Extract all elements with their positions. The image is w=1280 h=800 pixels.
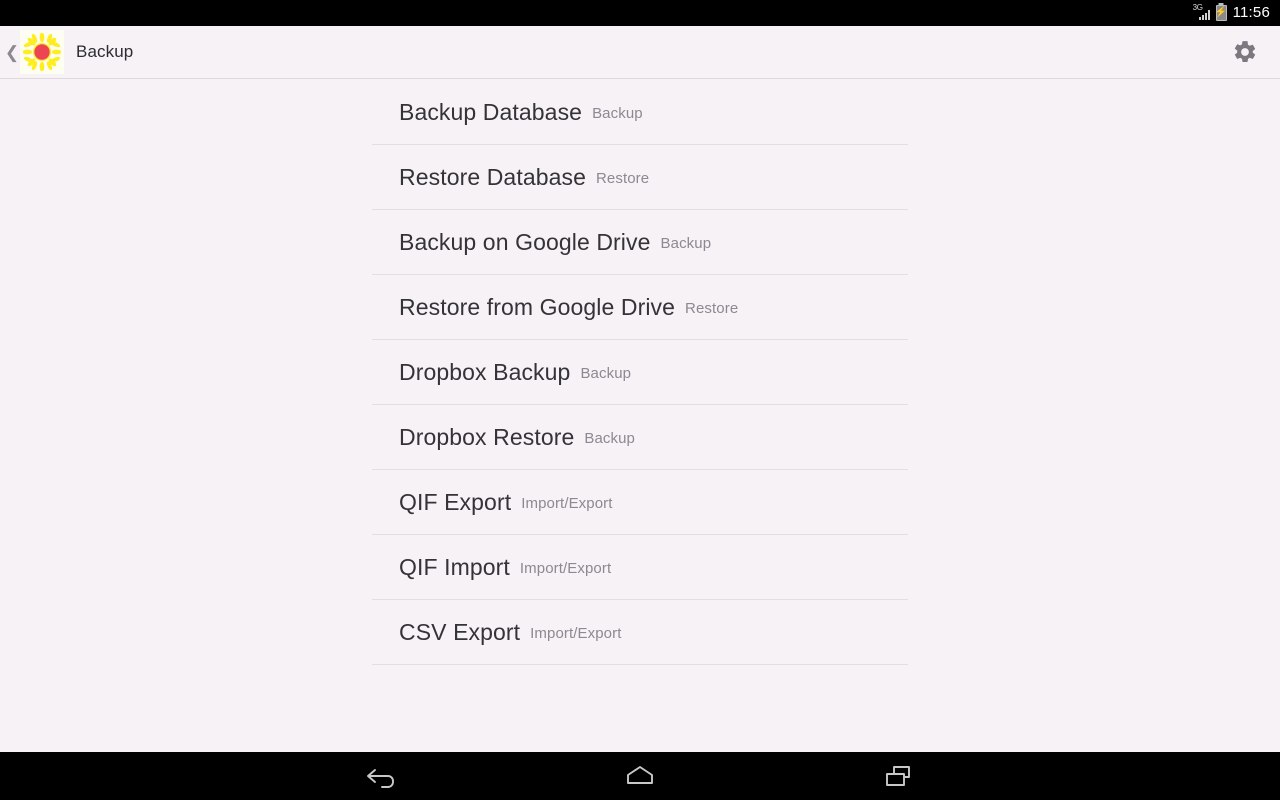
list-item-title: Backup Database [399, 98, 583, 125]
nav-back-icon[interactable] [353, 756, 411, 796]
battery-bolt-glyph: ⚡ [1214, 7, 1228, 18]
list-item-category: Backup [592, 104, 643, 122]
list-item-title: CSV Export [399, 618, 521, 645]
list-item-category: Import/Export [530, 624, 622, 642]
status-bar-clock: 11:56 [1232, 4, 1270, 21]
list-item-title: Dropbox Backup [399, 358, 571, 385]
list-item-title: Restore Database [399, 163, 586, 190]
list-item[interactable]: QIF Export Import/Export [372, 470, 908, 535]
list-item-title: Restore from Google Drive [399, 293, 676, 320]
list-item-category: Restore [685, 299, 739, 317]
action-bar: ❮ Backup [0, 26, 1280, 79]
signal-bars-icon: 3G [1193, 4, 1210, 21]
list-item-category: Import/Export [521, 494, 613, 512]
list-item-category: Backup [660, 234, 712, 252]
gear-icon[interactable] [1228, 35, 1262, 69]
list-item-category: Restore [595, 169, 650, 187]
list-item[interactable]: Dropbox Restore Backup [372, 405, 908, 470]
list-item[interactable]: Backup on Google Drive Backup [372, 210, 908, 275]
nav-home-icon[interactable] [611, 756, 669, 796]
list-item[interactable]: Restore from Google Drive Restore [372, 275, 908, 340]
list-item-title: QIF Import [399, 553, 510, 580]
android-screen: 3G ⚡ 11:56 ❮ Backup Backup Database Back… [0, 0, 1280, 800]
battery-charging-icon: ⚡ [1214, 5, 1228, 21]
nav-recents-icon[interactable] [869, 756, 927, 796]
list-item-category: Backup [580, 364, 632, 382]
backup-options-list: Backup Database Backup Restore Database … [372, 79, 908, 665]
android-navigation-bar [0, 752, 1280, 800]
list-item-category: Backup [584, 429, 635, 447]
list-item-title: QIF Export [399, 488, 512, 515]
page-title: Backup [76, 42, 134, 61]
back-chevron-icon[interactable]: ❮ [4, 44, 20, 61]
list-item-category: Import/Export [519, 559, 612, 577]
list-item[interactable]: Backup Database Backup [372, 80, 908, 145]
list-item-title: Backup on Google Drive [399, 228, 651, 255]
list-item[interactable]: QIF Import Import/Export [372, 535, 908, 600]
content-area: Backup Database Backup Restore Database … [0, 79, 1280, 752]
list-item[interactable]: CSV Export Import/Export [372, 600, 908, 665]
signal-bars-glyph [1198, 10, 1210, 20]
sunflower-app-icon[interactable] [20, 30, 64, 74]
list-item-title: Dropbox Restore [399, 423, 575, 450]
status-bar-right-group: 3G ⚡ 11:56 [1193, 4, 1270, 21]
status-bar: 3G ⚡ 11:56 [0, 0, 1280, 26]
list-item[interactable]: Dropbox Backup Backup [372, 340, 908, 405]
list-item[interactable]: Restore Database Restore [372, 145, 908, 210]
